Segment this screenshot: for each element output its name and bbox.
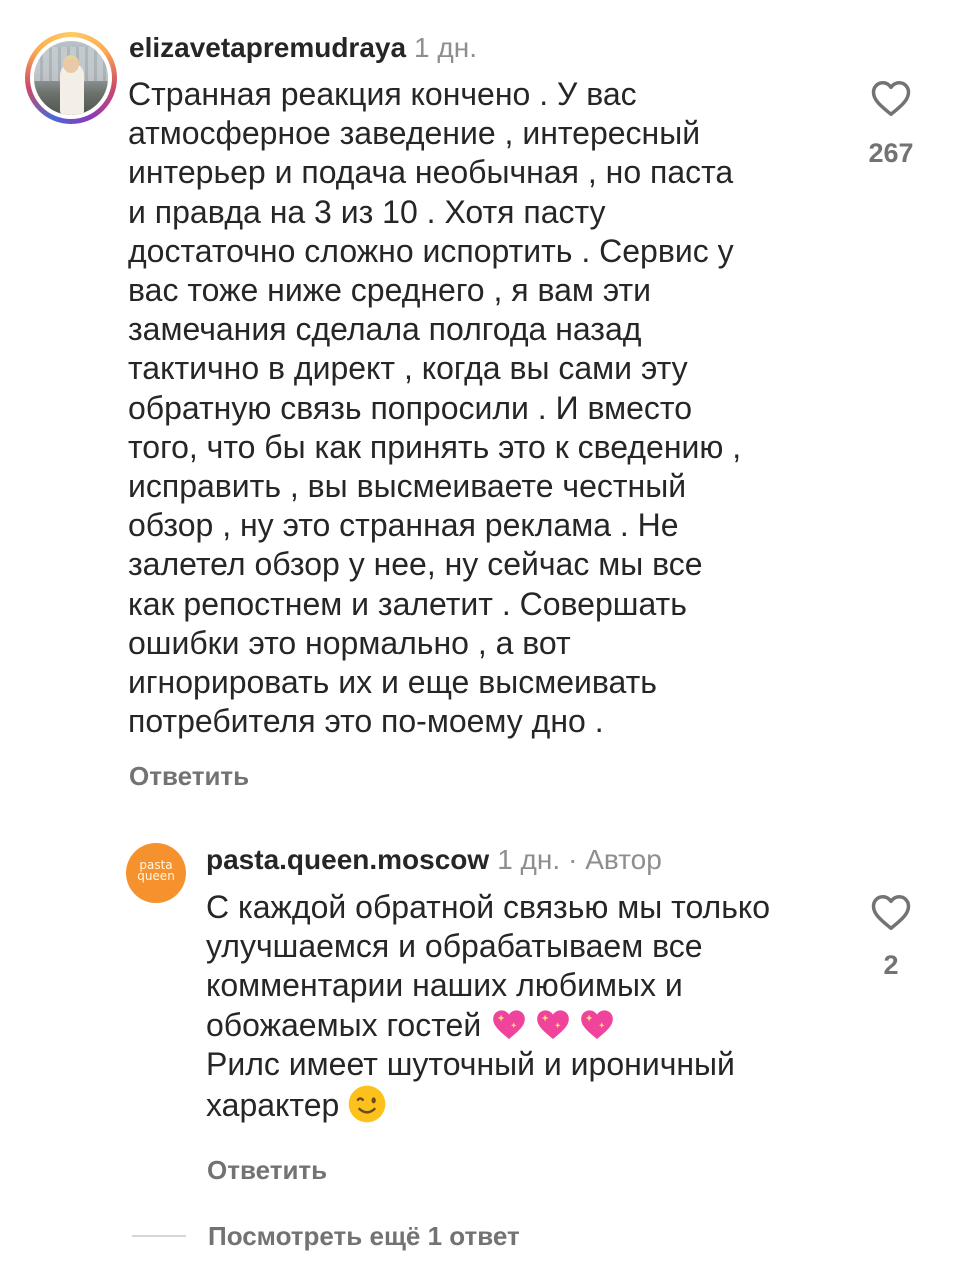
comment-header: elizavetapremudraya 1 дн. xyxy=(129,31,477,65)
like-count: 2 xyxy=(883,950,899,980)
avatar[interactable]: pasta queen xyxy=(126,843,186,903)
sparkling-heart-emoji xyxy=(493,1009,525,1039)
divider xyxy=(132,1235,186,1237)
comment-text: Странная реакция кончено . У вас атмосфе… xyxy=(128,76,742,740)
sparkling-heart-emoji xyxy=(581,1009,613,1039)
view-more-replies[interactable]: Посмотреть ещё 1 ответ xyxy=(132,1218,520,1254)
sparkling-heart-emoji xyxy=(537,1009,569,1039)
reply-text: С каждой обратной связью мы только улучш… xyxy=(206,888,846,1125)
reply-time: 1 дн. xyxy=(497,844,561,875)
reply-header: pasta.queen.moscow 1 дн. · Автор xyxy=(206,843,662,877)
avatar-story-ring[interactable] xyxy=(25,32,117,124)
heart-outline-icon[interactable] xyxy=(870,78,912,118)
reply-paragraph: С каждой обратной связью мы только улучш… xyxy=(206,888,846,1045)
reply-text-line: Рилс имеет шуточный и ироничный характер xyxy=(206,1045,735,1124)
avatar-text: queen xyxy=(137,869,175,883)
comment-like: 267 xyxy=(851,78,931,169)
winking-face-emoji xyxy=(348,1085,386,1123)
avatar xyxy=(34,41,108,115)
reply-text-line: С каждой обратной связью мы только улучш… xyxy=(206,889,771,1043)
reply-like: 2 xyxy=(851,892,931,981)
comment: elizavetapremudraya 1 дн. Странная реакци… xyxy=(0,0,959,800)
reply-button[interactable]: Ответить xyxy=(207,1154,327,1186)
reply-button[interactable]: Ответить xyxy=(129,760,249,792)
author-badge: · Автор xyxy=(568,844,662,875)
comment-time: 1 дн. xyxy=(414,32,477,63)
reply-paragraph: Рилс имеет шуточный и ироничный характер xyxy=(206,1045,846,1125)
comment-username[interactable]: elizavetapremudraya xyxy=(129,32,406,63)
reply-username[interactable]: pasta.queen.moscow xyxy=(206,844,489,875)
heart-outline-icon[interactable] xyxy=(870,892,912,932)
like-count: 267 xyxy=(868,138,914,168)
view-more-replies-label[interactable]: Посмотреть ещё 1 ответ xyxy=(208,1221,520,1252)
